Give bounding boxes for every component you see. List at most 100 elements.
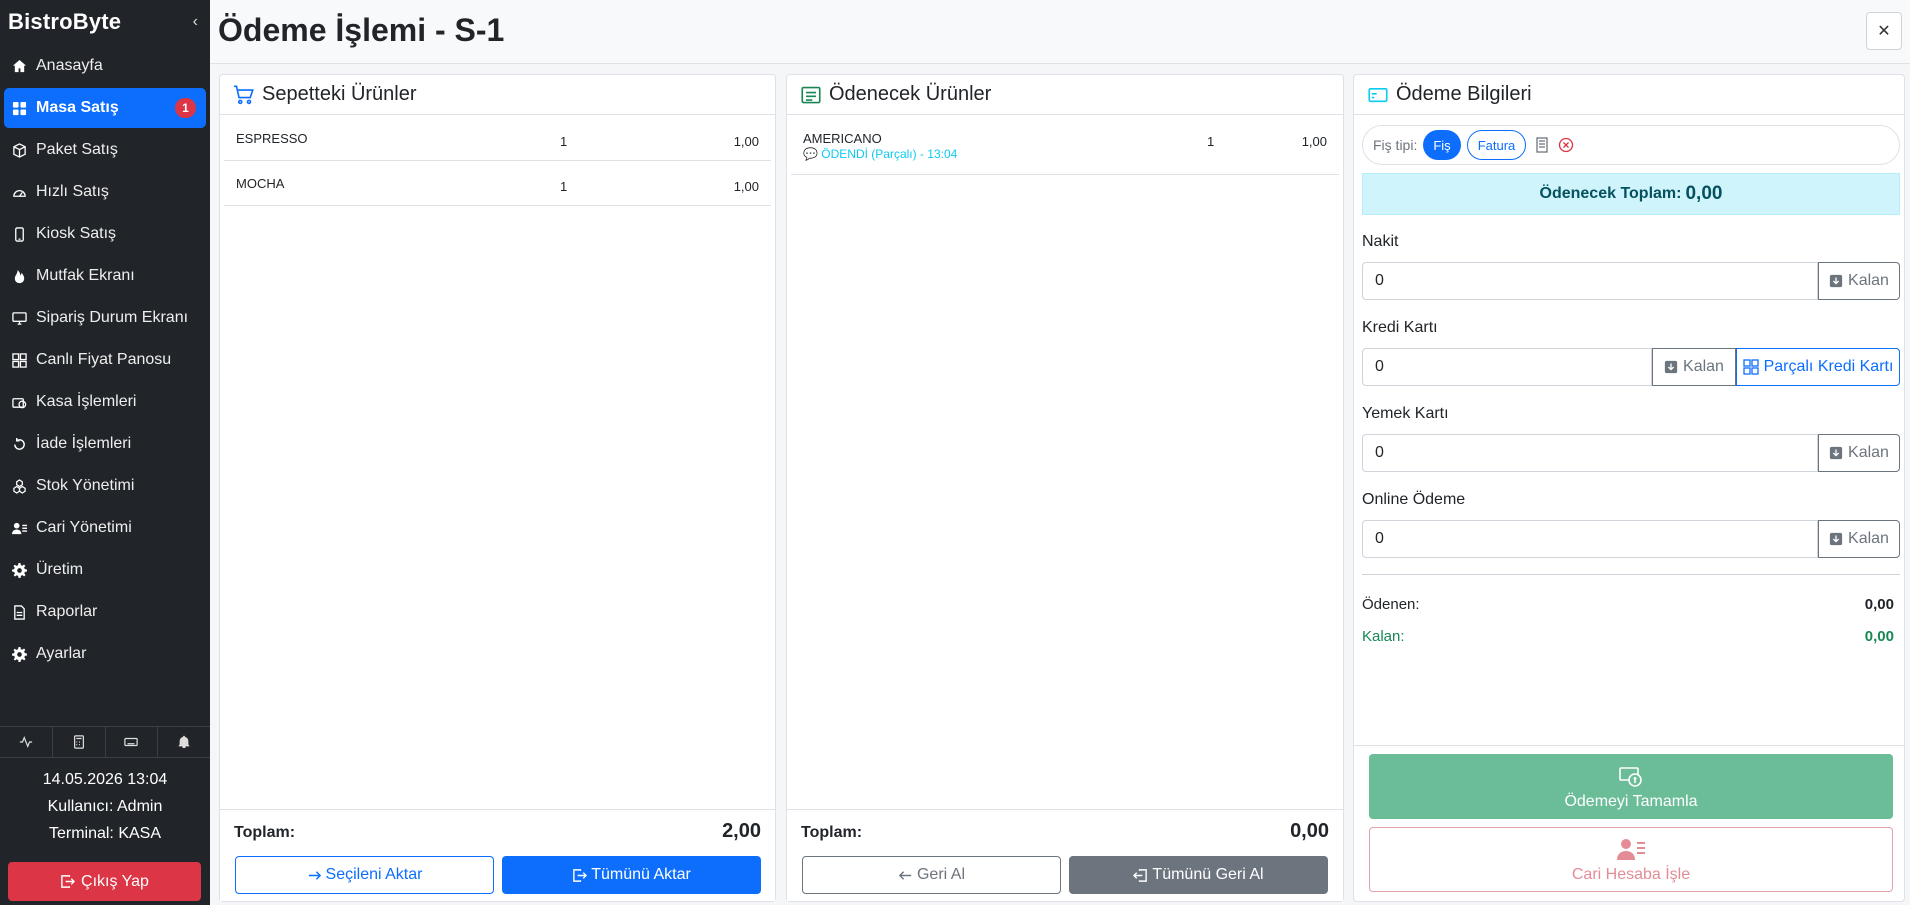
activity-icon[interactable] [0, 727, 53, 757]
cart-icon [234, 84, 254, 104]
payment-panel: Ödeme Bilgileri Fiş tipi: Fiş Fatura Öde… [1353, 74, 1905, 902]
item-name: ESPRESSO [236, 131, 308, 146]
sidebar-item-label: Paket Satış [36, 141, 118, 158]
undo-all-label: Tümünü Geri Al [1152, 866, 1264, 883]
item-price: 1,00 [733, 134, 759, 149]
boxes-icon [12, 478, 36, 494]
complete-payment-label: Ödemeyi Tamamla [1564, 792, 1698, 810]
sidebar-item-label: Anasayfa [36, 57, 103, 74]
sidebar-item-cari-yonetimi[interactable]: Cari Yönetimi [4, 508, 206, 548]
calculator-icon[interactable] [53, 727, 106, 757]
sidebar-item-paket-satis[interactable]: Paket Satış [4, 130, 206, 170]
box-arrow-left-icon [1133, 868, 1148, 882]
sidebar-item-hizli-satis[interactable]: Hızlı Satış [4, 172, 206, 212]
item-status-text: ÖDENDİ (Parçalı) - 13:04 [821, 147, 958, 161]
cash-coin-icon [1619, 766, 1642, 787]
undo-all-button[interactable]: Tümünü Geri Al [1069, 856, 1328, 894]
meal-card-input[interactable]: 0 [1362, 434, 1818, 472]
chevron-left-icon[interactable]: ‹ [193, 13, 198, 31]
sidebar-item-label: Kasa İşlemleri [36, 393, 137, 410]
sidebar-item-iade-islemleri[interactable]: İade İşlemleri [4, 424, 206, 464]
display-icon [12, 311, 36, 326]
credit-card-label: Kredi Kartı [1362, 319, 1438, 336]
online-payment-label: Online Ödeme [1362, 491, 1466, 508]
sidebar-item-uretim[interactable]: Üretim [4, 550, 206, 590]
cart-panel-header: Sepetteki Ürünler [220, 75, 775, 115]
paying-footer: Toplam: 0,00 Geri Al Tümünü Geri Al [787, 809, 1343, 901]
remaining-amount-value: 0,00 [1864, 628, 1894, 645]
close-button[interactable]: ✕ [1866, 12, 1902, 50]
credit-card-remaining-button[interactable]: Kalan [1652, 348, 1736, 386]
x-circle-icon[interactable] [1558, 137, 1574, 153]
online-payment-input[interactable]: 0 [1362, 520, 1818, 558]
sidebar-item-stok-yonetimi[interactable]: Stok Yönetimi [4, 466, 206, 506]
list-icon [801, 86, 821, 103]
transfer-selected-label: Seçileni Aktar [325, 866, 423, 883]
complete-payment-button[interactable]: Ödemeyi Tamamla [1369, 754, 1893, 819]
cart-panel: Sepetteki Ürünler ESPRESSO 1 1,00 MOCHA … [219, 74, 776, 902]
cart-footer: Toplam: 2,00 Seçileni Aktar Tümünü Aktar [220, 809, 775, 901]
post-to-account-button[interactable]: Cari Hesaba İşle [1369, 827, 1893, 892]
box-icon [12, 142, 36, 158]
sidebar-item-canli-fiyat[interactable]: Canlı Fiyat Panosu [4, 340, 206, 380]
file-icon [12, 604, 36, 620]
sidebar-item-siparis-durum[interactable]: Sipariş Durum Ekranı [4, 298, 206, 338]
page-header: Ödeme İşlemi - S-1 ✕ [210, 0, 1910, 64]
online-payment-remaining-button[interactable]: Kalan [1818, 520, 1900, 558]
payment-footer: Ödemeyi Tamamla Cari Hesaba İşle [1354, 745, 1904, 901]
bell-icon[interactable] [158, 727, 210, 757]
download-icon [1829, 274, 1843, 288]
item-price: 1,00 [733, 179, 759, 194]
layout-icon [12, 352, 36, 368]
amount-due-box: Ödenecek Toplam: 0,00 [1362, 173, 1900, 215]
cash-remaining-button[interactable]: Kalan [1818, 262, 1900, 300]
payment-title: Ödeme Bilgileri [1396, 83, 1532, 105]
cash-label: Nakit [1362, 233, 1399, 250]
undo-button[interactable]: Geri Al [802, 856, 1061, 894]
sidebar-item-kasa-islemleri[interactable]: Kasa İşlemleri [4, 382, 206, 422]
table-row[interactable]: ESPRESSO 1 1,00 [224, 115, 771, 161]
download-icon [1664, 360, 1678, 374]
keyboard-icon[interactable] [106, 727, 159, 757]
download-icon [1829, 532, 1843, 546]
remaining-label: Kalan [1683, 358, 1724, 375]
transfer-all-button[interactable]: Tümünü Aktar [502, 856, 761, 894]
transfer-all-label: Tümünü Aktar [591, 866, 691, 883]
undo-icon [12, 437, 36, 452]
table-row[interactable]: MOCHA 1 1,00 [224, 161, 771, 206]
sidebar-item-kiosk-satis[interactable]: Kiosk Satış [4, 214, 206, 254]
logout-button[interactable]: Çıkış Yap [8, 862, 201, 901]
paying-title: Ödenecek Ürünler [829, 83, 992, 105]
arrow-right-icon [308, 870, 321, 880]
sidebar-item-label: Mutfak Ekranı [36, 267, 135, 284]
quick-actions [0, 726, 210, 758]
split-credit-card-button[interactable]: Parçalı Kredi Kartı [1736, 348, 1900, 386]
datetime: 14.05.2026 13:04 [42, 771, 168, 788]
sidebar-item-ayarlar[interactable]: Ayarlar [4, 634, 206, 674]
undo-label: Geri Al [916, 866, 965, 883]
receipt-option-fatura[interactable]: Fatura [1466, 130, 1527, 160]
gear-icon [12, 646, 36, 662]
transfer-selected-button[interactable]: Seçileni Aktar [235, 856, 494, 894]
total-value: 2,00 [722, 820, 761, 842]
brand: BistroByte ‹ [0, 0, 210, 44]
credit-card-input[interactable]: 0 [1362, 348, 1652, 386]
wallet-icon [1368, 87, 1388, 102]
cash-register-icon [12, 395, 36, 410]
table-row[interactable]: AMERICANO 💬 ÖDENDİ (Parçalı) - 13:04 1 1… [791, 115, 1339, 175]
sidebar-item-label: Hızlı Satış [36, 183, 109, 200]
logout-icon [61, 875, 76, 888]
receipt-option-fis[interactable]: Fiş [1423, 130, 1461, 160]
receipt-icon[interactable] [1534, 137, 1550, 153]
meal-card-remaining-button[interactable]: Kalan [1818, 434, 1900, 472]
sidebar-item-masa-satis[interactable]: Masa Satış 1 [4, 88, 206, 128]
cash-input[interactable]: 0 [1362, 262, 1818, 300]
item-status: 💬 ÖDENDİ (Parçalı) - 13:04 [803, 147, 957, 161]
sidebar-item-mutfak-ekrani[interactable]: Mutfak Ekranı [4, 256, 206, 296]
receipt-type-label: Fiş tipi: [1373, 137, 1418, 153]
sidebar-item-label: Kiosk Satış [36, 225, 117, 242]
sidebar-item-raporlar[interactable]: Raporlar [4, 592, 206, 632]
item-qty: 1 [1207, 134, 1215, 149]
sidebar-item-anasayfa[interactable]: Anasayfa [4, 46, 206, 86]
remaining-label: Kalan [1848, 530, 1889, 547]
